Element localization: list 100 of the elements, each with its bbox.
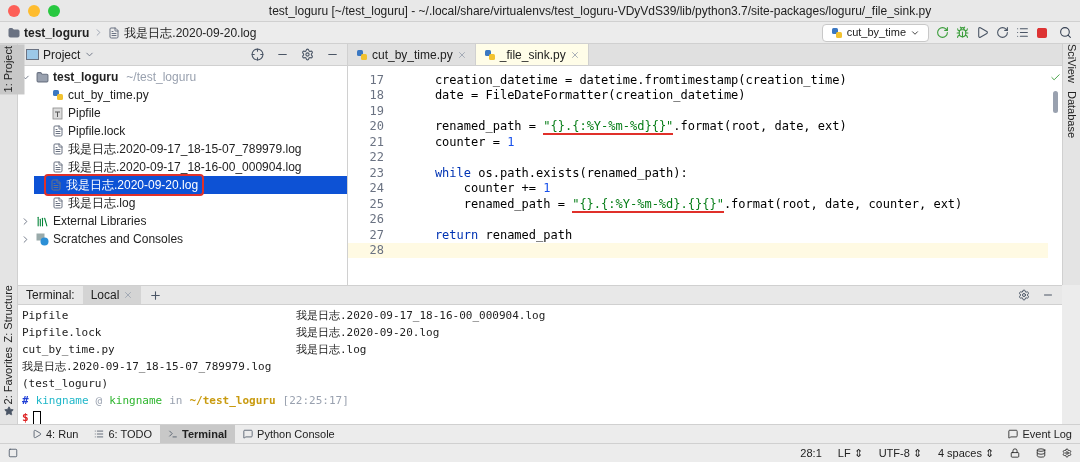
line-number: 17 <box>368 71 385 89</box>
prompt-text: kingname <box>109 393 163 409</box>
rerun-icon[interactable] <box>936 26 949 39</box>
code-line: counter = 1 <box>433 133 515 151</box>
maximize-window-button[interactable] <box>48 5 60 17</box>
scratch-clock-icon <box>36 232 49 246</box>
close-tab-icon[interactable] <box>456 49 467 60</box>
line-number: 20 <box>368 118 385 136</box>
tool-window-tab[interactable]: SciView <box>1055 44 1080 83</box>
python-file-icon <box>483 48 496 61</box>
line-number: 25 <box>368 195 385 213</box>
code-line: creation_datetime = datetime.fromtimestamp(creation_time) <box>433 71 847 89</box>
terminal-output: 我是日志.2020-09-17_18-16-00_000904.log <box>296 308 547 324</box>
list-icon <box>94 429 105 439</box>
text-file-icon <box>52 143 64 155</box>
selected-tree-row[interactable]: 我是日志.2020-09-20.log <box>34 176 347 194</box>
add-tab-icon[interactable] <box>149 288 163 302</box>
status-item[interactable]: 28:1 <box>800 444 822 462</box>
settings-icon[interactable] <box>1018 289 1030 301</box>
tree-item-label[interactable]: 我是日志.2020-09-17_18-16-00_000904.log <box>68 158 302 176</box>
pipfile-icon <box>52 106 64 120</box>
terminal-output: (test_loguru) <box>22 376 109 392</box>
status-item[interactable]: UTF-8 ⇕ <box>878 444 922 462</box>
folder-icon <box>8 26 20 39</box>
prompt-symbol: $ <box>22 410 29 426</box>
terminal-output: 我是日志.2020-09-17_18-15-07_789979.log <box>22 359 273 375</box>
event-log-button[interactable]: Event Log <box>1008 425 1072 443</box>
tree-item-label[interactable]: Pipfile <box>68 104 101 122</box>
text-file-icon <box>50 179 62 191</box>
text-cursor <box>32 410 41 425</box>
terminal-output: cut_by_time.py <box>22 342 116 358</box>
text-file-icon <box>52 197 64 209</box>
run-config-dropdown[interactable]: cut_by_time <box>821 23 929 42</box>
settings-icon[interactable] <box>1062 448 1072 458</box>
prompt-text: in <box>169 393 183 409</box>
settings-icon[interactable] <box>301 48 314 61</box>
code-line: counter += 1 <box>462 180 551 198</box>
line-number: 18 <box>368 87 385 105</box>
run-list-icon[interactable] <box>1016 26 1029 39</box>
line-number: 21 <box>368 133 385 151</box>
prompt-text: [22:25:17] <box>282 393 349 409</box>
profile-icon[interactable] <box>996 26 1009 39</box>
tool-window-tab[interactable]: 1: Project <box>0 44 25 95</box>
close-tab-icon[interactable] <box>569 49 580 60</box>
code-line: return renamed_path <box>433 226 573 244</box>
close-tab-icon[interactable] <box>123 290 134 300</box>
speech-bubble-icon <box>1008 429 1019 439</box>
code-line: renamed_path = "{}.{:%Y-%m-%d}{}".format(root, date, ext) <box>433 118 847 136</box>
terminal-output: Pipfile <box>22 308 70 324</box>
tool-window-tab[interactable]: Database <box>1055 90 1080 139</box>
tree-item-label[interactable]: Pipfile.lock <box>68 122 126 140</box>
interpreter-icon[interactable] <box>1036 448 1046 458</box>
line-number: 26 <box>368 211 385 229</box>
line-number: 24 <box>368 180 385 198</box>
text-file-icon <box>52 125 64 137</box>
panel-title[interactable]: Project <box>43 45 81 64</box>
breadcrumb[interactable]: 我是日志.2020-09-20.log <box>124 23 257 42</box>
status-item[interactable]: LF ⇕ <box>837 444 863 462</box>
tree-item-path: ~/test_loguru <box>126 69 197 86</box>
tree-item-label[interactable]: 我是日志.2020-09-17_18-15-07_789979.log <box>68 140 302 158</box>
folder-icon <box>36 70 49 84</box>
editor-tab[interactable]: cut_by_time.py <box>348 44 476 65</box>
status-item[interactable]: 4 spaces ⇕ <box>937 444 994 462</box>
prompt-text: @ <box>95 393 103 409</box>
tool-window-tab[interactable]: Terminal <box>160 425 236 443</box>
prompt-text: kingname <box>35 393 89 409</box>
tree-item-label[interactable]: 我是日志.log <box>68 194 136 212</box>
tree-item-label[interactable]: Scratches and Consoles <box>53 230 184 248</box>
close-window-button[interactable] <box>8 5 20 17</box>
scrollbar-thumb[interactable] <box>1052 91 1058 113</box>
terminal-output: 我是日志.2020-09-20.log <box>296 325 441 341</box>
tool-window-tab[interactable]: 6: TODO <box>86 425 161 443</box>
tree-item-label[interactable]: cut_by_time.py <box>68 86 149 104</box>
breadcrumb[interactable]: test_loguru <box>24 23 90 42</box>
python-file-icon <box>52 89 64 101</box>
debug-icon[interactable] <box>956 26 969 39</box>
stop-icon[interactable] <box>1036 26 1048 39</box>
panel-toggle-icon[interactable] <box>8 448 18 458</box>
session-tab[interactable]: Local <box>82 286 142 304</box>
editor-tab[interactable]: _file_sink.py <box>475 44 589 65</box>
run-coverage-icon[interactable] <box>976 26 989 39</box>
locate-icon[interactable] <box>251 48 264 61</box>
code-line: date = FileDateFormatter(creation_datetime) <box>433 87 746 105</box>
tree-item-label[interactable]: External Libraries <box>53 212 147 230</box>
tool-window-tab[interactable]: 4: Run <box>24 425 87 443</box>
tree-item-label[interactable]: test_loguru <box>53 68 119 86</box>
terminal-label: Terminal: <box>26 287 75 304</box>
play-icon <box>32 429 42 439</box>
library-icon <box>36 214 49 228</box>
console-icon <box>243 429 254 439</box>
python-file-icon <box>830 26 843 39</box>
line-number: 27 <box>368 226 385 244</box>
tool-window-tab[interactable]: Python Console <box>235 425 343 443</box>
line-number: 28 <box>368 242 385 260</box>
lock-icon[interactable] <box>1010 448 1020 458</box>
line-number: 22 <box>368 149 385 167</box>
search-icon[interactable] <box>1059 26 1072 39</box>
check-icon <box>1049 72 1061 83</box>
python-file-icon <box>356 48 368 61</box>
line-number: 23 <box>368 164 385 182</box>
